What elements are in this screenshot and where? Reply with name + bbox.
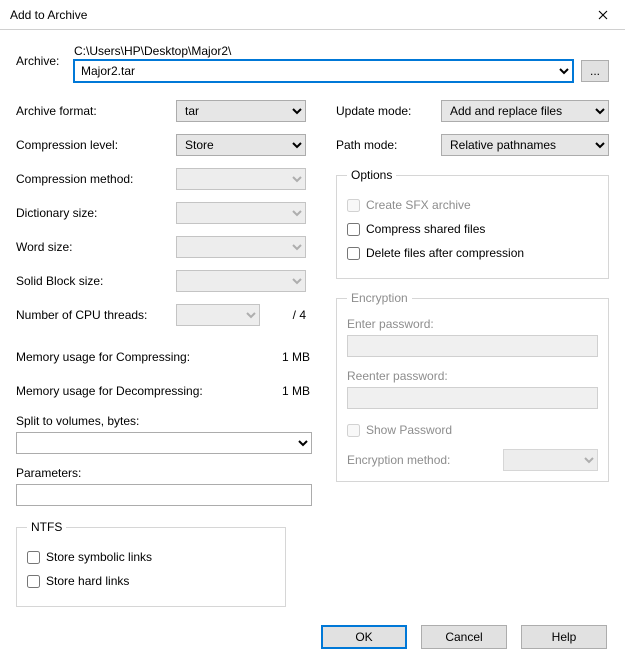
store-hard-row[interactable]: Store hard links — [27, 572, 275, 590]
sfx-row: Create SFX archive — [347, 196, 598, 214]
window-title: Add to Archive — [10, 8, 87, 22]
sfx-checkbox — [347, 199, 360, 212]
compression-level-combo[interactable]: Store — [176, 134, 306, 156]
reenter-password-label: Reenter password: — [347, 369, 598, 383]
encryption-legend: Encryption — [347, 291, 412, 305]
word-label: Word size: — [16, 240, 176, 254]
solid-block-combo — [176, 270, 306, 292]
enter-password-input — [347, 335, 598, 357]
cpu-threads-combo — [176, 304, 260, 326]
update-mode-combo[interactable]: Add and replace files — [441, 100, 609, 122]
split-volumes-combo[interactable] — [16, 432, 312, 454]
options-group: Options Create SFX archive Compress shar… — [336, 168, 609, 279]
dialog-content: Archive: C:\Users\HP\Desktop\Major2\ Maj… — [0, 30, 625, 659]
split-label: Split to volumes, bytes: — [16, 414, 316, 428]
delete-after-checkbox[interactable] — [347, 247, 360, 260]
mem-decomp-value: 1 MB — [276, 384, 316, 398]
cancel-button[interactable]: Cancel — [421, 625, 507, 649]
format-label: Archive format: — [16, 104, 176, 118]
encryption-method-label: Encryption method: — [347, 453, 450, 467]
dict-label: Dictionary size: — [16, 206, 176, 220]
compress-shared-checkbox[interactable] — [347, 223, 360, 236]
right-column: Update mode: Add and replace files Path … — [336, 100, 609, 619]
show-password-checkbox — [347, 424, 360, 437]
button-row: OK Cancel Help — [16, 625, 609, 649]
block-label: Solid Block size: — [16, 274, 176, 288]
method-label: Compression method: — [16, 172, 176, 186]
archive-label: Archive: — [16, 44, 66, 68]
archive-format-combo[interactable]: tar — [176, 100, 306, 122]
encryption-method-combo — [503, 449, 598, 471]
store-hard-checkbox[interactable] — [27, 575, 40, 588]
delete-after-row[interactable]: Delete files after compression — [347, 244, 598, 262]
cpu-total: / 4 — [266, 308, 306, 322]
params-label: Parameters: — [16, 466, 316, 480]
reenter-password-input — [347, 387, 598, 409]
close-icon — [598, 10, 608, 20]
word-size-combo — [176, 236, 306, 258]
ok-button[interactable]: OK — [321, 625, 407, 649]
ntfs-group: NTFS Store symbolic links Store hard lin… — [16, 520, 286, 607]
parameters-input[interactable] — [16, 484, 312, 506]
update-mode-label: Update mode: — [336, 104, 441, 118]
compress-shared-row[interactable]: Compress shared files — [347, 220, 598, 238]
dictionary-size-combo — [176, 202, 306, 224]
store-symbolic-row[interactable]: Store symbolic links — [27, 548, 275, 566]
options-legend: Options — [347, 168, 396, 182]
enter-password-label: Enter password: — [347, 317, 598, 331]
archive-filename-combo[interactable]: Major2.tar — [74, 60, 573, 82]
encryption-group: Encryption Enter password: Reenter passw… — [336, 291, 609, 482]
path-mode-combo[interactable]: Relative pathnames — [441, 134, 609, 156]
mem-comp-value: 1 MB — [276, 350, 316, 364]
titlebar: Add to Archive — [0, 0, 625, 30]
level-label: Compression level: — [16, 138, 176, 152]
store-symbolic-checkbox[interactable] — [27, 551, 40, 564]
close-button[interactable] — [580, 0, 625, 30]
cpu-label: Number of CPU threads: — [16, 308, 176, 322]
browse-button[interactable]: ... — [581, 60, 609, 82]
mem-decomp-label: Memory usage for Decompressing: — [16, 384, 276, 398]
help-button[interactable]: Help — [521, 625, 607, 649]
mem-comp-label: Memory usage for Compressing: — [16, 350, 276, 364]
archive-path: C:\Users\HP\Desktop\Major2\ — [74, 44, 573, 58]
archive-row: Archive: C:\Users\HP\Desktop\Major2\ Maj… — [16, 44, 609, 82]
show-password-row: Show Password — [347, 421, 598, 439]
ntfs-legend: NTFS — [27, 520, 66, 534]
compression-method-combo — [176, 168, 306, 190]
left-column: Archive format: tar Compression level: S… — [16, 100, 316, 619]
path-mode-label: Path mode: — [336, 138, 441, 152]
